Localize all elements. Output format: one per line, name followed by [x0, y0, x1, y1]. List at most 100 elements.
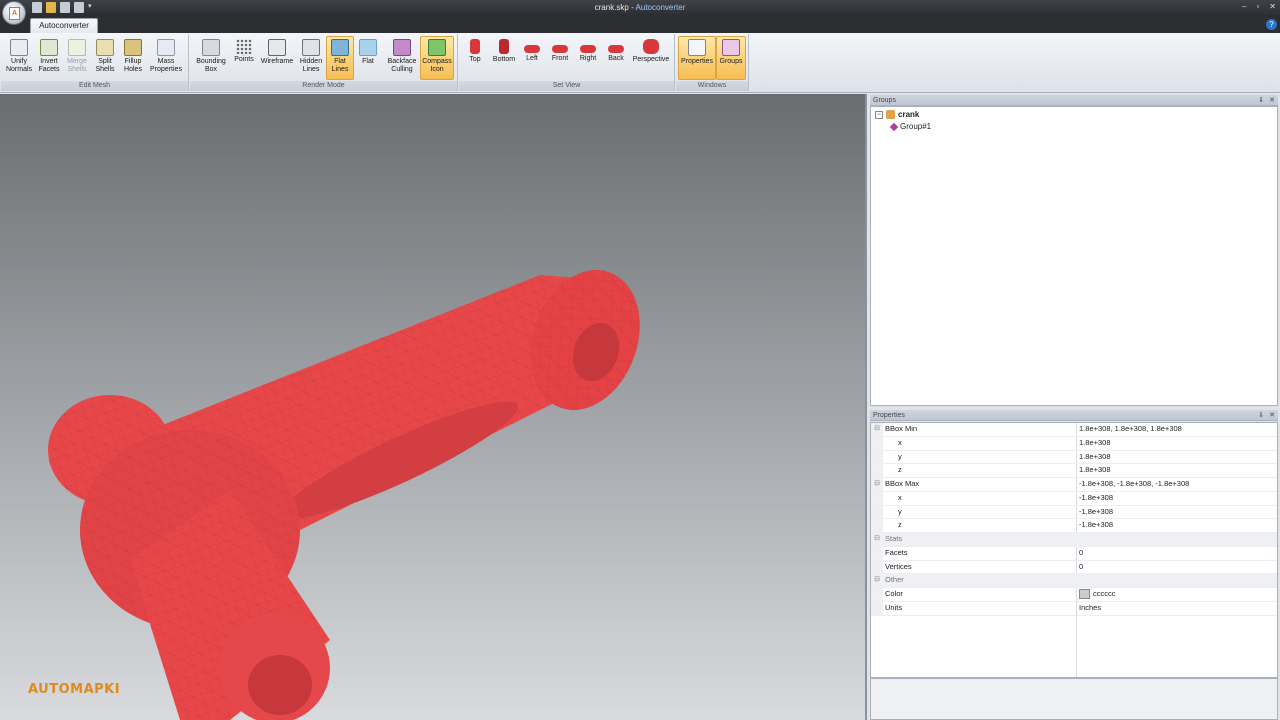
groups-window-icon [722, 39, 740, 56]
close-icon[interactable]: ✕ [1269, 410, 1275, 421]
properties-panel-header: Properties ⇓ ✕ [870, 410, 1278, 421]
view-left-button[interactable]: Left [519, 36, 545, 80]
property-row[interactable]: Color cccccc [871, 588, 1277, 602]
property-row[interactable]: x -1.8e+308 [871, 491, 1277, 506]
property-row[interactable]: x 1.8e+308 [871, 436, 1277, 451]
export-icon[interactable] [74, 2, 84, 13]
pin-icon[interactable]: ⇓ [1258, 95, 1264, 106]
property-row[interactable]: ⊟ BBox Min 1.8e+308, 1.8e+308, 1.8e+308 [871, 423, 1277, 437]
tree-node-root-label: crank [898, 110, 920, 119]
view-perspective-button[interactable]: Perspective [630, 36, 672, 80]
view-bottom-button[interactable]: Bottom [488, 36, 520, 80]
property-row[interactable]: ⊟ BBox Max -1.8e+308, -1.8e+308, -1.8e+308 [871, 478, 1277, 492]
properties-window-label: Properties [681, 58, 713, 65]
view-perspective-label: Perspective [632, 56, 670, 63]
property-row[interactable]: y -1.8e+308 [871, 505, 1277, 520]
view-bottom-icon [499, 39, 509, 54]
property-row[interactable]: ⊟ Other [871, 574, 1277, 588]
help-icon[interactable]: ? [1266, 19, 1277, 30]
property-value[interactable]: 1.8e+308, 1.8e+308, 1.8e+308 [1079, 423, 1182, 435]
flat-button[interactable]: Flat [354, 36, 382, 80]
flat-lines-button[interactable]: Flat Lines [326, 36, 354, 80]
close-icon[interactable]: ✕ [1269, 95, 1275, 106]
property-key: Units [885, 602, 903, 612]
property-key: x [898, 492, 902, 502]
flat-lines-icon [331, 39, 349, 56]
wireframe-label: Wireframe [260, 58, 294, 65]
property-value[interactable]: cccccc [1079, 588, 1116, 600]
expand-collapse-icon[interactable]: ⊟ [871, 478, 883, 491]
view-right-icon [580, 45, 596, 53]
collapse-icon[interactable]: − [875, 110, 883, 119]
property-grid-empty [1076, 601, 1077, 677]
view-top-button[interactable]: Top [461, 36, 489, 80]
property-value[interactable]: 1.8e+308 [1079, 437, 1111, 449]
minimize-button[interactable]: – [1242, 2, 1246, 11]
unify-normals-button[interactable]: Unify Normals [3, 36, 35, 80]
open-folder-icon[interactable] [46, 2, 56, 13]
property-row[interactable]: y 1.8e+308 [871, 450, 1277, 465]
backface-culling-button[interactable]: Backface Culling [384, 36, 420, 80]
property-value[interactable]: 1.8e+308 [1079, 451, 1111, 463]
view-right-button[interactable]: Right [574, 36, 602, 80]
groups-panel-title: Groups [873, 97, 896, 104]
tab-autoconverter[interactable]: Autoconverter [30, 18, 98, 34]
property-key: y [898, 506, 902, 516]
property-row[interactable]: Facets 0 [871, 546, 1277, 561]
properties-window-button[interactable]: Properties [678, 36, 716, 80]
property-row[interactable]: Vertices 0 [871, 560, 1277, 575]
mass-properties-label: Mass Properties [150, 58, 182, 73]
view-front-button[interactable]: Front [545, 36, 575, 80]
merge-shells-button[interactable]: Merge Shells [63, 36, 91, 80]
properties-panel-title: Properties [873, 412, 905, 419]
property-value[interactable]: 0 [1079, 547, 1083, 559]
expand-collapse-icon[interactable]: ⊟ [871, 533, 883, 546]
wireframe-icon [268, 39, 286, 56]
view-top-label: Top [469, 56, 481, 63]
tree-node-root[interactable]: − crank [875, 110, 919, 119]
wireframe-button[interactable]: Wireframe [258, 36, 296, 80]
expand-collapse-icon[interactable]: ⊟ [871, 574, 883, 587]
property-row[interactable]: z -1.8e+308 [871, 519, 1277, 533]
maximize-button[interactable]: ▫ [1256, 2, 1259, 11]
3d-viewport[interactable] [0, 94, 867, 720]
property-row[interactable]: Units Inches [871, 601, 1277, 616]
compass-icon-button[interactable]: Compass Icon [420, 36, 454, 80]
qat-dropdown-icon[interactable]: ▾ [88, 2, 92, 13]
hidden-lines-button[interactable]: Hidden Lines [296, 36, 326, 80]
property-value[interactable]: -1.8e+308, -1.8e+308, -1.8e+308 [1079, 478, 1189, 490]
mass-properties-button[interactable]: Mass Properties [147, 36, 185, 80]
group-render-mode: Bounding Box Points Wireframe Hidden Lin… [190, 34, 458, 91]
pin-icon[interactable]: ⇓ [1258, 410, 1264, 421]
new-file-icon[interactable] [32, 2, 42, 13]
property-value[interactable]: Inches [1079, 602, 1101, 614]
expand-collapse-icon[interactable]: ⊟ [871, 423, 883, 436]
property-value[interactable]: -1.8e+308 [1079, 519, 1113, 531]
groups-window-button[interactable]: Groups [716, 36, 746, 80]
property-row[interactable]: z 1.8e+308 [871, 464, 1277, 478]
tree-node-child[interactable]: Group#1 [889, 122, 931, 131]
column-divider [1076, 546, 1077, 560]
property-value[interactable]: 1.8e+308 [1079, 464, 1111, 476]
view-back-label: Back [608, 55, 624, 62]
bounding-box-button[interactable]: Bounding Box [192, 36, 230, 80]
points-button[interactable]: Points [230, 36, 258, 80]
window-controls: – ▫ ✕ [1242, 2, 1276, 11]
save-icon[interactable] [60, 2, 70, 13]
application-menu-button[interactable]: A [2, 1, 26, 25]
view-back-button[interactable]: Back [602, 36, 630, 80]
fillup-holes-button[interactable]: Fillup Holes [119, 36, 147, 80]
view-left-label: Left [526, 55, 538, 62]
color-swatch[interactable] [1079, 589, 1090, 600]
row-gutter [871, 505, 883, 519]
property-row[interactable]: ⊟ Stats [871, 533, 1277, 547]
group-edit-mesh: Unify Normals Invert Facets Merge Shells… [1, 34, 189, 91]
property-value[interactable]: -1.8e+308 [1079, 492, 1113, 504]
property-value[interactable]: 0 [1079, 561, 1083, 573]
invert-facets-button[interactable]: Invert Facets [34, 36, 64, 80]
group-set-view: Top Bottom Left Front Right Back Perspec… [459, 34, 675, 91]
row-gutter [871, 436, 883, 450]
property-value[interactable]: -1.8e+308 [1079, 506, 1113, 518]
split-shells-button[interactable]: Split Shells [91, 36, 119, 80]
close-button[interactable]: ✕ [1269, 2, 1276, 11]
